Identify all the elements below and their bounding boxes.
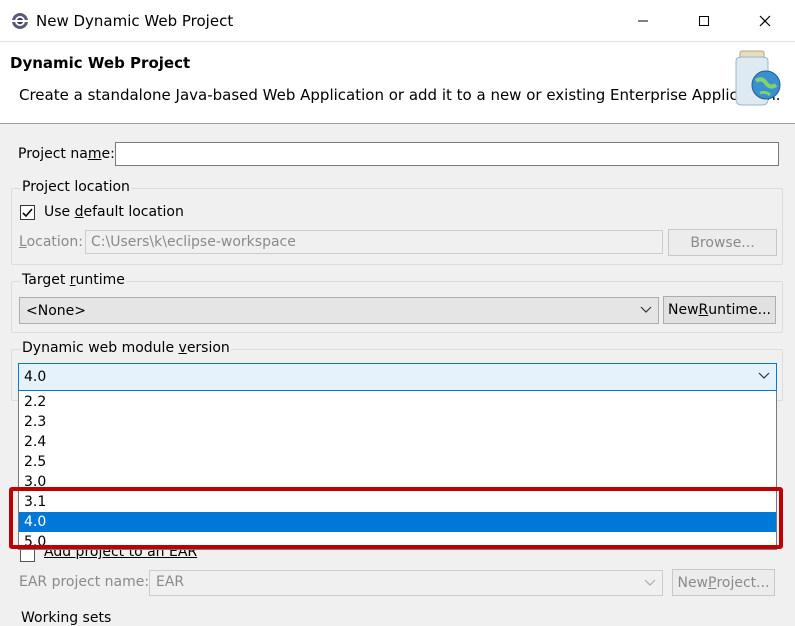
ear-project-name-label: EAR project name:	[19, 574, 150, 590]
module-version-selected: 4.0	[24, 369, 47, 385]
close-icon	[759, 15, 771, 27]
use-default-location-label[interactable]: Use default location	[44, 204, 184, 220]
ear-project-name-combo: EAR	[149, 570, 663, 596]
location-label: Location:	[19, 234, 83, 250]
project-location-group-label: Project location	[21, 179, 131, 195]
chevron-down-icon	[644, 579, 656, 586]
highlight-annotation-box	[9, 487, 783, 549]
checkmark-icon	[22, 208, 33, 218]
list-item[interactable]: 2.2	[19, 392, 776, 412]
new-runtime-button[interactable]: New Runtime...	[663, 296, 776, 324]
minimize-button[interactable]	[621, 6, 665, 36]
project-name-label: Project name:	[18, 146, 115, 162]
minimize-icon	[638, 20, 648, 22]
new-ear-project-button[interactable]: New Project...	[672, 569, 775, 596]
target-runtime-selected: <None>	[26, 303, 86, 319]
browse-button[interactable]: Browse...	[668, 229, 777, 256]
maximize-icon	[699, 16, 709, 26]
chevron-down-icon	[758, 372, 770, 379]
list-item[interactable]: 2.3	[19, 412, 776, 432]
list-item[interactable]: 2.5	[19, 452, 776, 472]
chevron-down-icon	[640, 306, 652, 313]
eclipse-app-icon	[12, 13, 28, 29]
close-button[interactable]	[743, 6, 787, 36]
location-value: C:\Users\k\eclipse-workspace	[91, 234, 296, 250]
ear-project-name-value: EAR	[156, 574, 185, 590]
maximize-button[interactable]	[682, 6, 726, 36]
window-title: New Dynamic Web Project	[36, 12, 234, 30]
list-item[interactable]: 2.4	[19, 432, 776, 452]
wizard-page-description: Create a standalone Java-based Web Appli…	[19, 86, 781, 104]
module-version-group-label: Dynamic web module version	[21, 340, 231, 356]
web-project-jar-globe-icon	[735, 50, 781, 106]
location-input: C:\Users\k\eclipse-workspace	[85, 230, 663, 254]
project-name-input[interactable]	[115, 142, 779, 166]
module-version-combo[interactable]: 4.0	[18, 363, 777, 391]
target-runtime-group-label: Target runtime	[21, 272, 126, 288]
wizard-page-title: Dynamic Web Project	[10, 54, 191, 72]
use-default-location-checkbox[interactable]	[20, 205, 35, 220]
target-runtime-combo[interactable]: <None>	[19, 297, 659, 324]
working-sets-group-label: Working sets	[21, 610, 112, 626]
